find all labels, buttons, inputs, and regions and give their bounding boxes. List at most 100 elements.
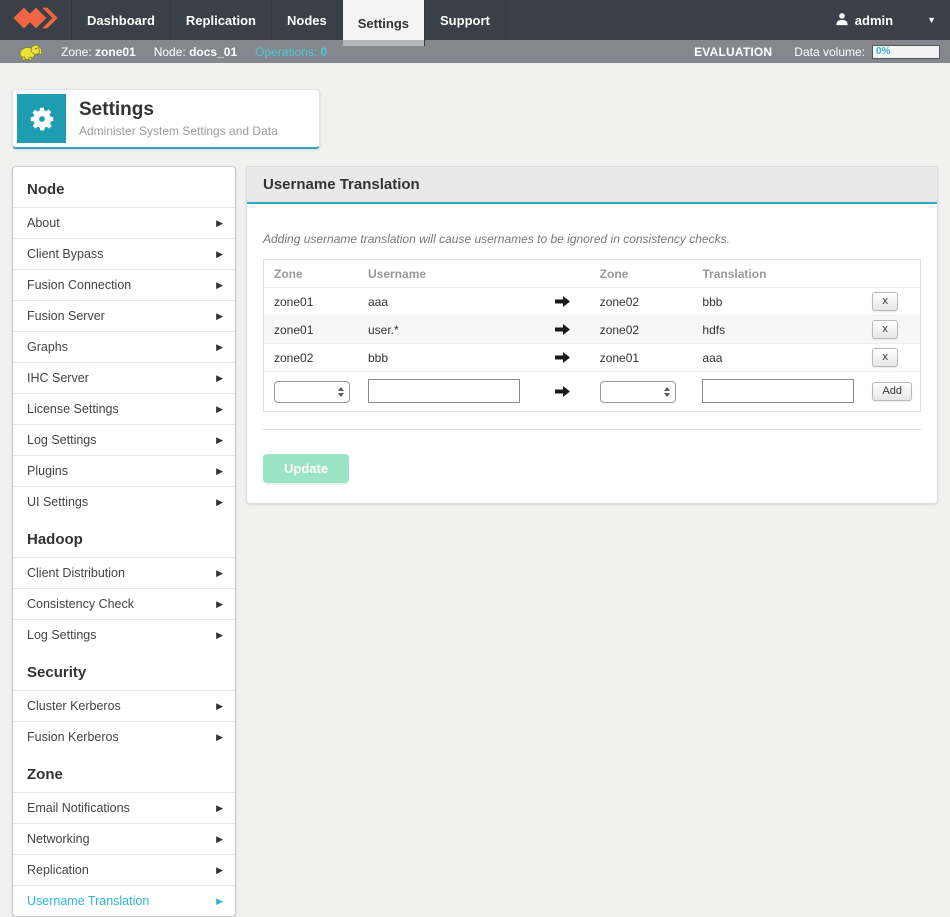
sidebar-item-fusion-kerberos[interactable]: Fusion Kerberos▶ xyxy=(13,721,235,752)
sidebar-item-license-settings[interactable]: License Settings▶ xyxy=(13,393,235,424)
table-row: zone02 bbb zone01 aaa x xyxy=(264,344,921,372)
sidebar-item-consistency-check[interactable]: Consistency Check▶ xyxy=(13,588,235,619)
panel-title: Username Translation xyxy=(247,167,937,204)
cell-zone: zone01 xyxy=(264,288,359,316)
user-name: admin xyxy=(855,13,893,28)
chevron-right-icon: ▶ xyxy=(216,404,223,415)
panel-description: Adding username translation will cause u… xyxy=(263,232,921,246)
user-dropdown-caret-icon[interactable]: ▼ xyxy=(927,15,936,25)
select-spinner-icon xyxy=(338,387,344,397)
chevron-right-icon: ▶ xyxy=(216,311,223,322)
nav-user-area: admin ▼ xyxy=(835,0,950,40)
chevron-right-icon: ▶ xyxy=(216,435,223,446)
sidebar-item-email-notifications[interactable]: Email Notifications▶ xyxy=(13,792,235,823)
sidebar-item-graphs[interactable]: Graphs▶ xyxy=(13,331,235,362)
status-bar: Zone: zone01 Node: docs_01 Operations: 0… xyxy=(0,40,950,63)
divider xyxy=(263,429,921,430)
chevron-right-icon: ▶ xyxy=(216,280,223,291)
cell-to-zone: zone01 xyxy=(590,344,693,372)
column-header-username: Username xyxy=(358,260,545,288)
sidebar-item-cluster-kerberos[interactable]: Cluster Kerberos▶ xyxy=(13,690,235,721)
cell-zone: zone01 xyxy=(264,316,359,344)
settings-sidebar: Node About▶ Client Bypass▶ Fusion Connec… xyxy=(12,166,236,917)
column-header-zone2: Zone xyxy=(590,260,693,288)
chevron-right-icon: ▶ xyxy=(216,342,223,353)
zone-value: zone01 xyxy=(95,45,136,59)
sidebar-item-client-distribution[interactable]: Client Distribution▶ xyxy=(13,557,235,588)
nav-tab-dashboard[interactable]: Dashboard xyxy=(72,0,171,40)
chevron-right-icon: ▶ xyxy=(216,218,223,229)
new-zone-select[interactable] xyxy=(274,381,350,403)
node-indicator: Node: docs_01 xyxy=(154,45,237,59)
column-header-translation: Translation xyxy=(692,260,862,288)
new-username-input[interactable] xyxy=(368,379,520,403)
new-to-zone-select[interactable] xyxy=(600,381,676,403)
operations-indicator[interactable]: Operations: 0 xyxy=(255,45,327,59)
new-translation-input[interactable] xyxy=(702,379,854,403)
sidebar-item-replication[interactable]: Replication▶ xyxy=(13,854,235,885)
sidebar-item-fusion-server[interactable]: Fusion Server▶ xyxy=(13,300,235,331)
chevron-right-icon: ▶ xyxy=(216,701,223,712)
user-icon xyxy=(835,12,849,29)
data-volume: Data volume: 0% xyxy=(794,45,940,59)
username-translation-table: Zone Username Zone Translation zone01 aa… xyxy=(263,259,921,412)
cell-to-zone: zone02 xyxy=(590,288,693,316)
cell-zone: zone02 xyxy=(264,344,359,372)
user-menu[interactable]: admin xyxy=(835,12,893,29)
update-button[interactable]: Update xyxy=(263,454,349,483)
sidebar-item-ui-settings[interactable]: UI Settings▶ xyxy=(13,486,235,517)
sidebar-item-plugins[interactable]: Plugins▶ xyxy=(13,455,235,486)
nav-tabs: Dashboard Replication Nodes Settings Sup… xyxy=(72,0,506,40)
right-arrow-icon xyxy=(545,288,589,316)
brand-logo[interactable] xyxy=(0,0,72,40)
add-translation-row: Add xyxy=(264,372,921,412)
column-header-zone: Zone xyxy=(264,260,359,288)
nav-tab-support[interactable]: Support xyxy=(425,0,506,40)
sidebar-section-hadoop: Hadoop xyxy=(13,517,235,557)
chevron-right-icon: ▶ xyxy=(216,466,223,477)
data-volume-progressbar: 0% xyxy=(872,45,940,59)
chevron-right-icon: ▶ xyxy=(216,803,223,814)
sidebar-item-log-settings-hadoop[interactable]: Log Settings▶ xyxy=(13,619,235,650)
remove-translation-button[interactable]: x xyxy=(872,348,898,367)
chevron-right-icon: ▶ xyxy=(216,630,223,641)
sidebar-item-about[interactable]: About▶ xyxy=(13,207,235,238)
cell-translation: aaa xyxy=(692,344,862,372)
hadoop-elephant-icon xyxy=(18,43,43,61)
nav-tab-replication[interactable]: Replication xyxy=(171,0,272,40)
sidebar-item-log-settings-node[interactable]: Log Settings▶ xyxy=(13,424,235,455)
remove-translation-button[interactable]: x xyxy=(872,292,898,311)
add-translation-button[interactable]: Add xyxy=(872,382,912,401)
nav-tab-nodes[interactable]: Nodes xyxy=(272,0,343,40)
sidebar-section-node: Node xyxy=(13,167,235,207)
remove-translation-button[interactable]: x xyxy=(872,320,898,339)
sidebar-item-ihc-server[interactable]: IHC Server▶ xyxy=(13,362,235,393)
chevron-right-icon: ▶ xyxy=(216,896,223,907)
cell-username: user.* xyxy=(358,316,545,344)
chevron-right-icon: ▶ xyxy=(216,732,223,743)
table-row: zone01 user.* zone02 hdfs x xyxy=(264,316,921,344)
chevron-right-icon: ▶ xyxy=(216,497,223,508)
cell-translation: hdfs xyxy=(692,316,862,344)
evaluation-badge: EVALUATION xyxy=(694,45,772,59)
sidebar-item-username-translation[interactable]: Username Translation▶ xyxy=(13,885,235,916)
settings-gear-icon xyxy=(17,94,66,143)
data-volume-label: Data volume: xyxy=(794,45,865,59)
nav-tab-settings[interactable]: Settings xyxy=(343,0,425,46)
top-navigation: Dashboard Replication Nodes Settings Sup… xyxy=(0,0,950,40)
chevron-right-icon: ▶ xyxy=(216,599,223,610)
right-arrow-icon xyxy=(545,316,589,344)
cell-username: aaa xyxy=(358,288,545,316)
sidebar-section-security: Security xyxy=(13,650,235,690)
cell-translation: bbb xyxy=(692,288,862,316)
page-header-card: Settings Administer System Settings and … xyxy=(12,89,320,149)
sidebar-item-networking[interactable]: Networking▶ xyxy=(13,823,235,854)
cell-username: bbb xyxy=(358,344,545,372)
sidebar-item-fusion-connection[interactable]: Fusion Connection▶ xyxy=(13,269,235,300)
username-translation-panel: Username Translation Adding username tra… xyxy=(246,166,938,504)
zone-indicator: Zone: zone01 xyxy=(61,45,136,59)
sidebar-item-client-bypass[interactable]: Client Bypass▶ xyxy=(13,238,235,269)
chevron-right-icon: ▶ xyxy=(216,373,223,384)
node-value: docs_01 xyxy=(189,45,237,59)
sidebar-section-zone: Zone xyxy=(13,752,235,792)
